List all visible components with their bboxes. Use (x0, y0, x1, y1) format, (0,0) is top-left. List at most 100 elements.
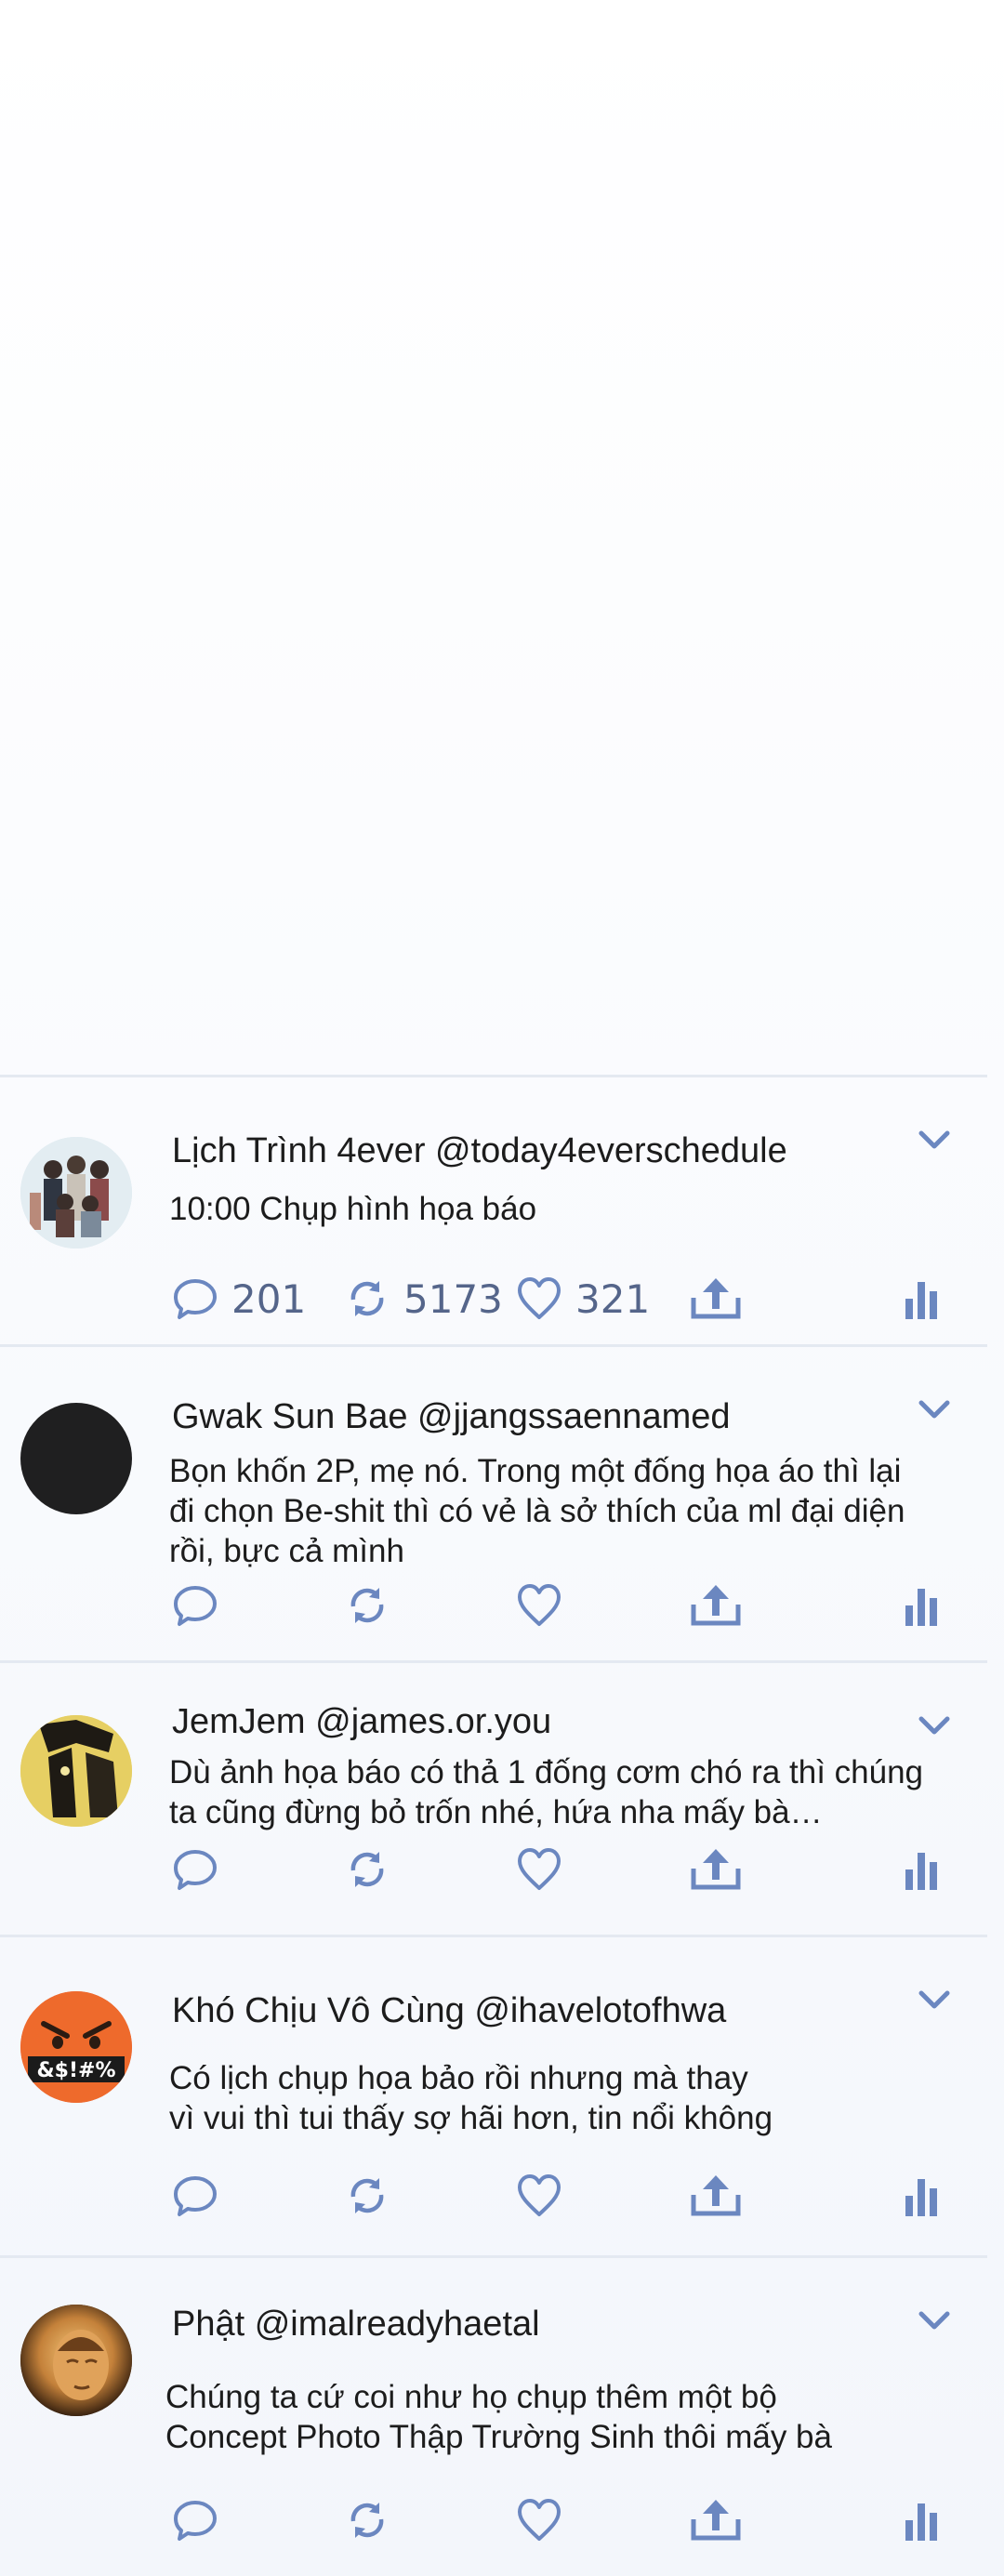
user-handle[interactable]: @today4everschedule (435, 1131, 787, 1170)
cursing-face-avatar[interactable]: &$!#% (20, 1991, 132, 2103)
chevron-down-icon[interactable] (916, 1982, 953, 2019)
chevron-down-icon[interactable] (916, 1708, 953, 1745)
like-button[interactable] (516, 2168, 562, 2224)
tweet-actions (0, 2492, 987, 2548)
tweet-card[interactable]: Phật @imalreadyhaetal Chúng ta cứ coi nh… (0, 2255, 987, 2576)
retweet-icon (344, 2497, 390, 2543)
tweet-text-line: vì vui thì tui thấy sợ hãi hơn, tin nổi … (169, 2100, 773, 2136)
user-handle[interactable]: @ihavelotofhwa (474, 1991, 726, 2030)
chevron-down-icon[interactable] (916, 1392, 953, 1429)
share-button[interactable] (688, 2168, 744, 2224)
heart-icon (516, 2173, 562, 2219)
analytics-icon (904, 1849, 941, 1890)
chevron-down-icon[interactable] (916, 2303, 953, 2340)
tweet-actions (0, 1842, 987, 1897)
retweet-icon (344, 1582, 390, 1629)
display-name[interactable]: JemJem (172, 1702, 306, 1741)
share-button[interactable] (688, 1842, 744, 1897)
display-name[interactable]: Gwak Sun Bae (172, 1397, 407, 1436)
retweet-icon (344, 2173, 390, 2219)
like-button[interactable]: 321 (516, 1271, 650, 1327)
tweet-header: Khó Chịu Vô Cùng @ihavelotofhwa (172, 1991, 726, 2031)
retweet-button[interactable]: 5173 (344, 1271, 503, 1327)
tweet-text-line: Dù ảnh họa báo có thả 1 đống cơm chó ra … (169, 1754, 923, 1790)
reply-button[interactable] (172, 1578, 218, 1633)
reply-icon (172, 2497, 218, 2543)
retweet-button[interactable] (344, 2492, 390, 2548)
retweet-icon (344, 1846, 390, 1893)
share-icon (688, 2497, 744, 2543)
tweet-text-line: đi chọn Be-shit thì có vẻ là sở thích củ… (169, 1493, 905, 1529)
reply-icon (172, 2173, 218, 2219)
heart-icon (516, 1846, 562, 1893)
tweet-text-line: Concept Photo Thập Trường Sinh thôi mấy … (165, 2419, 832, 2455)
like-button[interactable] (516, 2492, 562, 2548)
tweet-text-line: rồi, bực cả mình (169, 1533, 404, 1569)
reply-icon (172, 1275, 218, 1322)
reply-button[interactable] (172, 2168, 218, 2224)
tweet-card[interactable]: &$!#% Khó Chịu Vô Cùng @ihavelotofhwa Có… (0, 1935, 987, 2255)
analytics-button[interactable] (904, 1578, 941, 1633)
tweet-text: Bọn khốn 2P, mẹ nó. Trong một đống họa á… (169, 1451, 905, 1571)
analytics-button[interactable] (904, 2168, 941, 2224)
share-button[interactable] (688, 2492, 744, 2548)
reply-icon (172, 1846, 218, 1893)
heart-icon (516, 1275, 562, 1322)
retweet-button[interactable] (344, 1842, 390, 1897)
display-name[interactable]: Phật (172, 2305, 244, 2344)
tweet-header: Gwak Sun Bae @jjangssaennamed (172, 1397, 731, 1437)
tweet-text: Có lịch chụp họa bảo rồi nhưng mà thay v… (169, 2058, 773, 2138)
group-photo-avatar[interactable] (20, 1137, 132, 1248)
tweet-card[interactable]: JemJem @james.or.you Dù ảnh họa báo có t… (0, 1660, 987, 1935)
analytics-button[interactable] (904, 2492, 941, 2548)
tweet-card[interactable]: Lịch Trình 4ever @today4everschedule 10:… (0, 1075, 987, 1344)
reply-button[interactable] (172, 2492, 218, 2548)
user-handle[interactable]: @imalreadyhaetal (255, 2305, 540, 2344)
tweet-text-line: 10:00 Chụp hình họa báo (169, 1191, 537, 1227)
reply-count: 201 (231, 1275, 307, 1322)
tweet-header: Phật @imalreadyhaetal (172, 2305, 540, 2345)
share-button[interactable] (688, 1271, 744, 1327)
tweet-text: Dù ảnh họa báo có thả 1 đống cơm chó ra … (169, 1752, 923, 1832)
retweet-count: 5173 (403, 1275, 503, 1322)
tweet-header: JemJem @james.or.you (172, 1702, 551, 1742)
reply-button[interactable]: 201 (172, 1271, 306, 1327)
like-count: 321 (575, 1275, 651, 1322)
tweet-actions (0, 1578, 987, 1633)
analytics-icon (904, 1278, 941, 1319)
share-icon (688, 1275, 744, 1322)
reply-button[interactable] (172, 1842, 218, 1897)
tweet-actions (0, 2168, 987, 2224)
cartoon-avatar[interactable] (20, 1715, 132, 1827)
heart-icon (516, 1582, 562, 1629)
share-icon (688, 2173, 744, 2219)
display-name[interactable]: Khó Chịu Vô Cùng (172, 1991, 465, 2030)
analytics-icon (904, 2175, 941, 2216)
share-button[interactable] (688, 1578, 744, 1633)
chevron-down-icon[interactable] (916, 1122, 953, 1159)
black-circle-avatar[interactable] (20, 1403, 132, 1514)
tweet-text: Chúng ta cứ coi như họ chụp thêm một bộ … (165, 2377, 832, 2457)
like-button[interactable] (516, 1842, 562, 1897)
analytics-button[interactable] (904, 1271, 941, 1327)
share-icon (688, 1846, 744, 1893)
retweet-button[interactable] (344, 1578, 390, 1633)
buddha-avatar[interactable] (20, 2305, 132, 2416)
user-handle[interactable]: @jjangssaennamed (417, 1397, 730, 1436)
tweet-text-line: Chúng ta cứ coi như họ chụp thêm một bộ (165, 2379, 777, 2415)
share-icon (688, 1582, 744, 1629)
cursing-symbols: &$!#% (36, 2059, 115, 2082)
retweet-button[interactable] (344, 2168, 390, 2224)
like-button[interactable] (516, 1578, 562, 1633)
analytics-button[interactable] (904, 1842, 941, 1897)
reply-icon (172, 1582, 218, 1629)
heart-icon (516, 2497, 562, 2543)
tweet-text-line: Bọn khốn 2P, mẹ nó. Trong một đống họa á… (169, 1453, 902, 1489)
tweet-card[interactable]: Gwak Sun Bae @jjangssaennamed Bọn khốn 2… (0, 1344, 987, 1660)
tweet-text: 10:00 Chụp hình họa báo (169, 1189, 536, 1229)
display-name[interactable]: Lịch Trình 4ever (172, 1131, 425, 1170)
user-handle[interactable]: @james.or.you (315, 1702, 551, 1741)
tweet-text-line: Có lịch chụp họa bảo rồi nhưng mà thay (169, 2060, 748, 2096)
analytics-icon (904, 2500, 941, 2541)
tweet-actions: 201 5173 321 (0, 1271, 987, 1327)
